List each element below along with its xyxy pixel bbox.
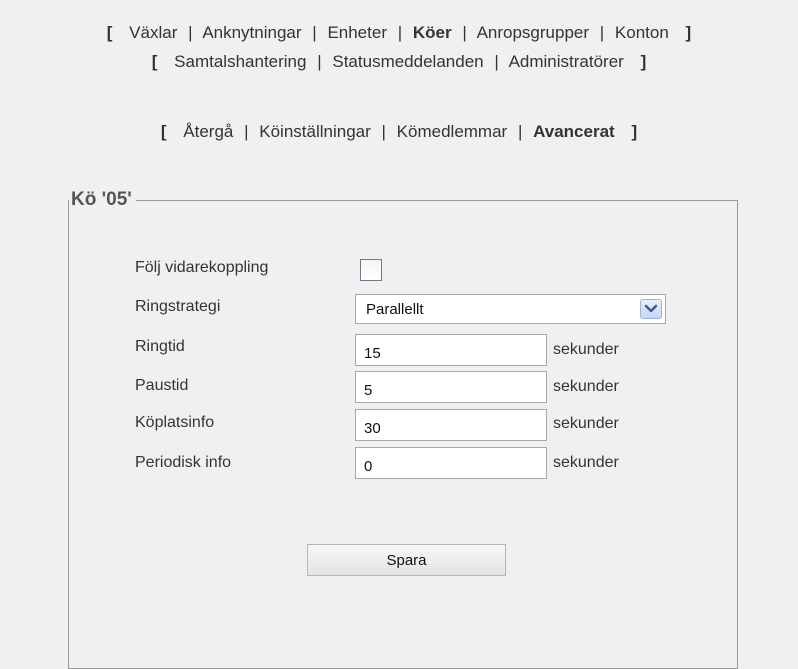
ring-time-input[interactable] xyxy=(355,334,547,366)
ring-time-label: Ringtid xyxy=(135,338,185,355)
nav-link-komedlemmar[interactable]: Kömedlemmar xyxy=(397,122,508,141)
sub-nav: [ Samtalshantering | Statusmeddelanden |… xyxy=(0,52,798,72)
nav-link-koer[interactable]: Köer xyxy=(413,23,452,42)
nav-link-vaxlar[interactable]: Växlar xyxy=(129,23,177,42)
nav-separator: | xyxy=(517,122,523,141)
nav-link-samtalshantering[interactable]: Samtalshantering xyxy=(174,52,306,71)
nav-link-atergå[interactable]: Återgå xyxy=(183,122,233,141)
nav-separator: | xyxy=(317,52,322,71)
queue-position-info-label: Köplatsinfo xyxy=(135,414,215,431)
nav-link-administratorer[interactable]: Administratörer xyxy=(509,52,624,71)
nav-link-avancerat[interactable]: Avancerat xyxy=(533,122,615,141)
bracket-open: [ xyxy=(106,23,113,42)
bracket-close: ] xyxy=(640,52,647,71)
pause-time-unit: sekunder xyxy=(553,378,619,395)
nav-separator: | xyxy=(397,23,403,42)
periodic-info-input[interactable] xyxy=(355,447,547,479)
ring-strategy-select[interactable]: Parallellt xyxy=(355,294,666,324)
main-nav: [ Växlar | Anknytningar | Enheter | Köer… xyxy=(0,23,798,43)
ring-time-unit: sekunder xyxy=(553,341,619,358)
nav-link-enheter[interactable]: Enheter xyxy=(327,23,387,42)
nav-separator: | xyxy=(494,52,499,71)
pause-time-input[interactable] xyxy=(355,371,547,403)
periodic-info-unit: sekunder xyxy=(553,454,619,471)
queue-title: Kö '05' xyxy=(71,189,132,210)
nav-link-anknytningar[interactable]: Anknytningar xyxy=(202,23,301,42)
save-button[interactable]: Spara xyxy=(307,544,506,576)
bracket-close: ] xyxy=(631,122,638,141)
queue-position-info-input[interactable] xyxy=(355,409,547,441)
nav-separator: | xyxy=(188,23,193,42)
nav-separator: | xyxy=(599,23,605,42)
nav-separator: | xyxy=(312,23,317,42)
bracket-open: [ xyxy=(151,52,158,71)
nav-link-konton[interactable]: Konton xyxy=(615,23,669,42)
ring-strategy-value: Parallellt xyxy=(366,301,424,318)
follow-forward-checkbox[interactable] xyxy=(360,259,382,281)
nav-separator: | xyxy=(244,122,249,141)
pause-time-label: Paustid xyxy=(135,377,189,394)
queue-position-info-unit: sekunder xyxy=(553,415,619,432)
nav-link-koinstallningar[interactable]: Köinställningar xyxy=(259,122,371,141)
nav-link-statusmeddelanden[interactable]: Statusmeddelanden xyxy=(332,52,483,71)
ring-strategy-label: Ringstrategi xyxy=(135,298,221,315)
nav-separator: | xyxy=(462,23,467,42)
follow-forward-label: Följ vidarekoppling xyxy=(135,259,269,276)
bracket-close: ] xyxy=(685,23,692,42)
nav-separator: | xyxy=(381,122,386,141)
nav-link-anropsgrupper[interactable]: Anropsgrupper xyxy=(477,23,589,42)
bracket-open: [ xyxy=(160,122,167,141)
queue-nav: [ Återgå | Köinställningar | Kömedlemmar… xyxy=(0,122,798,142)
chevron-down-icon[interactable] xyxy=(640,299,662,319)
periodic-info-label: Periodisk info xyxy=(135,454,232,471)
